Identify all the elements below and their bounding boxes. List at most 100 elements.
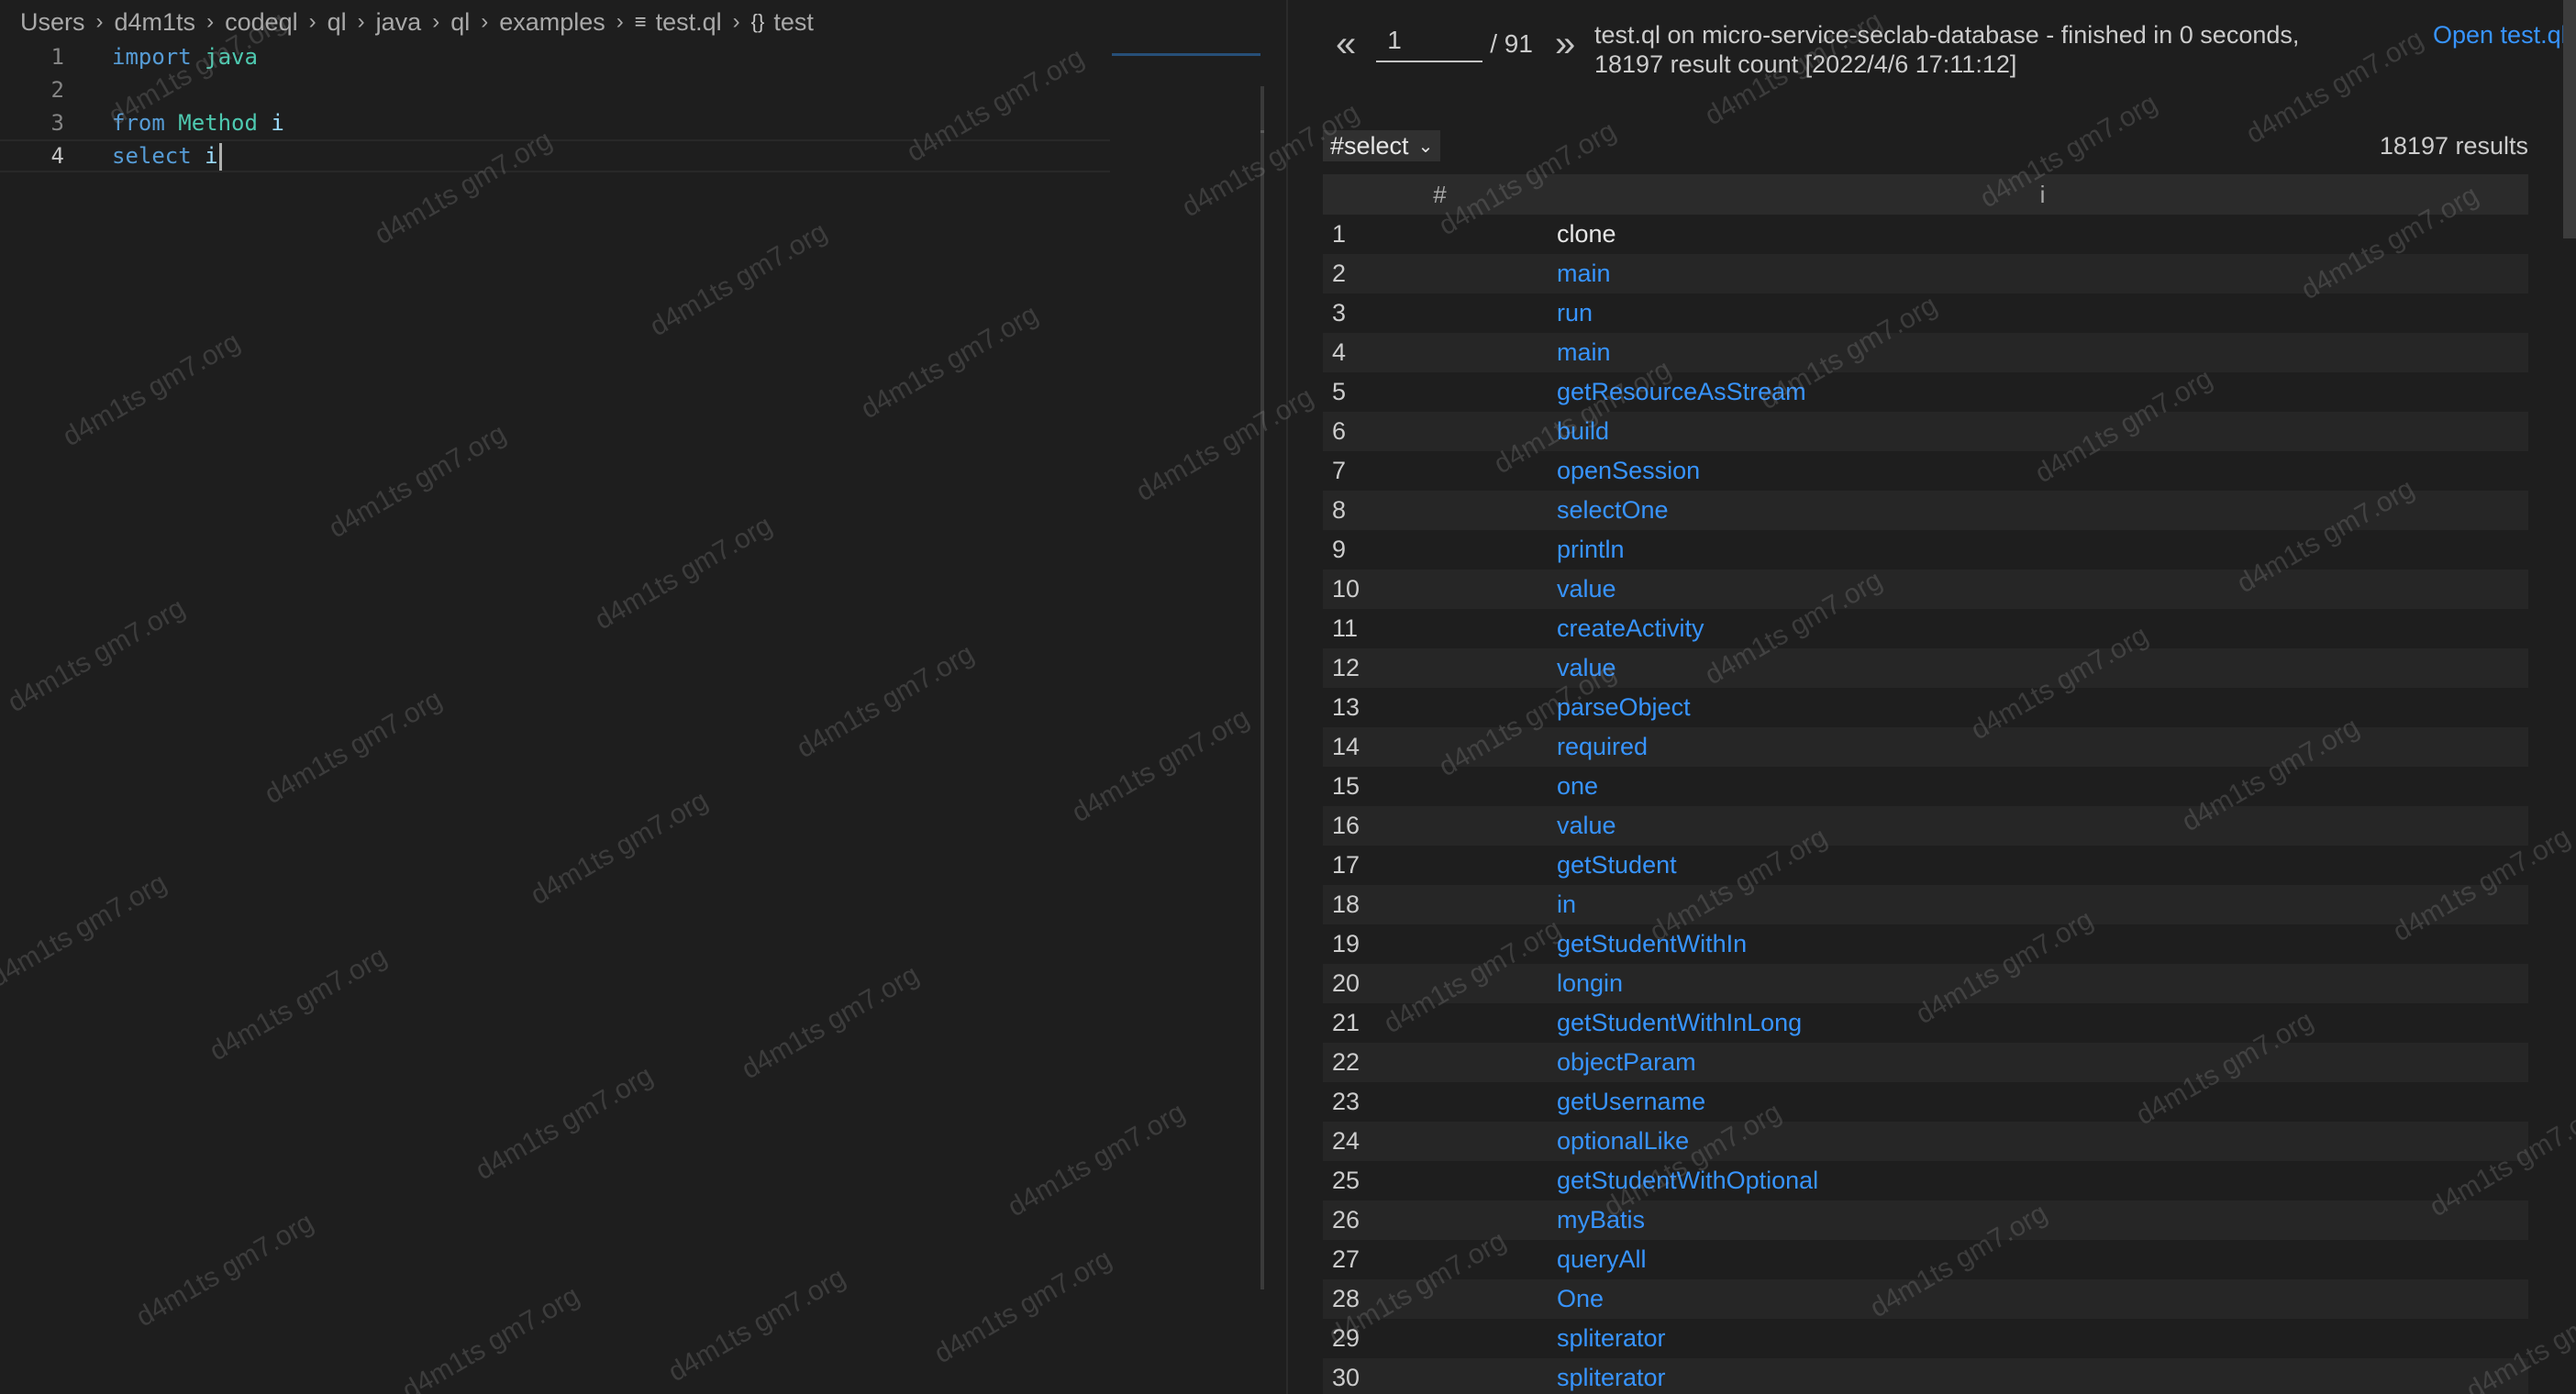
result-link[interactable]: one	[1557, 767, 2528, 806]
table-row: 5 getResourceAsStream	[1323, 372, 2528, 412]
table-row: 1 clone	[1323, 215, 2528, 254]
table-row: 15 one	[1323, 767, 2528, 806]
breadcrumb-segment[interactable]: java	[376, 8, 422, 37]
result-link[interactable]: getResourceAsStream	[1557, 372, 2528, 412]
result-link[interactable]: value	[1557, 806, 2528, 846]
code-token: Method	[178, 110, 258, 136]
breadcrumb-symbol[interactable]: test	[773, 8, 814, 37]
result-link[interactable]: longin	[1557, 964, 2528, 1003]
code-line[interactable]: 2	[0, 73, 1110, 106]
line-number: 3	[50, 110, 64, 136]
result-link[interactable]: createActivity	[1557, 609, 2528, 648]
table-header-row: # i	[1323, 174, 2528, 215]
result-link[interactable]: optionalLike	[1557, 1122, 2528, 1161]
code-line[interactable]: 4 select i	[0, 139, 1110, 172]
result-link[interactable]: main	[1557, 254, 2528, 293]
table-row: 7 openSession	[1323, 451, 2528, 491]
code-token: import	[112, 44, 192, 70]
result-link[interactable]: queryAll	[1557, 1240, 2528, 1279]
row-index: 9	[1323, 530, 1557, 570]
results-table: # i 1 clone 2 main 3 run 4 main 5 getResourceAsSt…	[1323, 174, 2528, 1394]
table-row: 22 objectParam	[1323, 1043, 2528, 1082]
result-link[interactable]: getStudentWithOptional	[1557, 1161, 2528, 1200]
query-results-panel: « / 91 » test.ql on micro-service-seclab…	[1288, 0, 2576, 1394]
row-index: 22	[1323, 1043, 1557, 1082]
code-lines[interactable]: 1 import java 2 3 from Method i 4 select i	[0, 40, 1110, 172]
code-line[interactable]: 3 from Method i	[0, 106, 1110, 139]
result-set-select[interactable]: #select ⌄	[1323, 130, 1441, 161]
result-link[interactable]: value	[1557, 648, 2528, 688]
breadcrumb-segment[interactable]: Users	[20, 8, 85, 37]
column-header-index[interactable]: #	[1323, 174, 1557, 215]
table-row: 20 longin	[1323, 964, 2528, 1003]
next-page-button[interactable]: »	[1555, 26, 1575, 62]
result-link[interactable]: main	[1557, 333, 2528, 372]
pagination: « / 91 »	[1336, 26, 1575, 62]
chevron-down-icon: ⌄	[1417, 136, 1434, 157]
open-query-link[interactable]: Open test.ql	[2433, 20, 2567, 50]
breadcrumb-file[interactable]: test.ql	[656, 8, 722, 37]
result-link[interactable]: myBatis	[1557, 1200, 2528, 1240]
result-link[interactable]: getStudentWithInLong	[1557, 1003, 2528, 1043]
result-link[interactable]: parseObject	[1557, 688, 2528, 727]
row-index: 20	[1323, 964, 1557, 1003]
editor-scrollbar[interactable]	[1260, 86, 1264, 1289]
result-link[interactable]: objectParam	[1557, 1043, 2528, 1082]
result-link[interactable]: getStudentWithIn	[1557, 924, 2528, 964]
code-text[interactable]: select i	[112, 139, 222, 172]
row-index: 17	[1323, 846, 1557, 885]
chevron-right-icon: ›	[357, 9, 365, 34]
result-link[interactable]: getUsername	[1557, 1082, 2528, 1122]
code-line[interactable]: 1 import java	[0, 40, 1110, 73]
table-row: 24 optionalLike	[1323, 1122, 2528, 1161]
row-index: 3	[1323, 293, 1557, 333]
code-token: i	[271, 110, 284, 136]
code-editor[interactable]: Users › d4m1ts › codeql › ql › java › ql › examples ›…	[0, 0, 1264, 1394]
breadcrumb-segment[interactable]: d4m1ts	[115, 8, 196, 37]
page-number-input[interactable]	[1376, 26, 1483, 62]
result-link[interactable]: spliterator	[1557, 1319, 2528, 1358]
result-link[interactable]: println	[1557, 530, 2528, 570]
breadcrumb-segment[interactable]: ql	[328, 8, 347, 37]
result-link[interactable]: openSession	[1557, 451, 2528, 491]
breadcrumb-segment[interactable]: examples	[499, 8, 605, 37]
result-link[interactable]: run	[1557, 293, 2528, 333]
table-row: 16 value	[1323, 806, 2528, 846]
file-lines-icon: ≡	[634, 10, 647, 33]
code-token: java	[205, 44, 258, 70]
table-row: 27 queryAll	[1323, 1240, 2528, 1279]
code-text[interactable]: from Method i	[112, 106, 284, 139]
code-text[interactable]: import java	[112, 40, 258, 73]
row-index: 30	[1323, 1358, 1557, 1394]
prev-page-button[interactable]: «	[1336, 26, 1356, 62]
table-row: 8 selectOne	[1323, 491, 2528, 530]
table-row: 13 parseObject	[1323, 688, 2528, 727]
result-link[interactable]: spliterator	[1557, 1358, 2528, 1394]
result-link[interactable]: value	[1557, 570, 2528, 609]
row-index: 24	[1323, 1122, 1557, 1161]
editor-scrollbar-thumb[interactable]	[1260, 130, 1264, 133]
result-link[interactable]: getStudent	[1557, 846, 2528, 885]
table-row: 2 main	[1323, 254, 2528, 293]
result-link[interactable]: selectOne	[1557, 491, 2528, 530]
table-row: 14 required	[1323, 727, 2528, 767]
table-row: 21 getStudentWithInLong	[1323, 1003, 2528, 1043]
row-index: 23	[1323, 1082, 1557, 1122]
chevron-right-icon: ›	[432, 9, 440, 34]
result-link[interactable]: in	[1557, 885, 2528, 924]
table-row: 10 value	[1323, 570, 2528, 609]
result-link[interactable]: required	[1557, 727, 2528, 767]
column-header-i[interactable]: i	[1557, 174, 2528, 215]
table-row: 28 One	[1323, 1279, 2528, 1319]
breadcrumb-segment[interactable]: ql	[450, 8, 470, 37]
line-number: 4	[50, 143, 64, 169]
row-index: 26	[1323, 1200, 1557, 1240]
result-link[interactable]: One	[1557, 1279, 2528, 1319]
table-row: 29 spliterator	[1323, 1319, 2528, 1358]
result-link[interactable]: build	[1557, 412, 2528, 451]
results-scrollbar[interactable]	[2563, 0, 2576, 238]
row-index: 10	[1323, 570, 1557, 609]
breadcrumb-segment[interactable]: codeql	[225, 8, 298, 37]
